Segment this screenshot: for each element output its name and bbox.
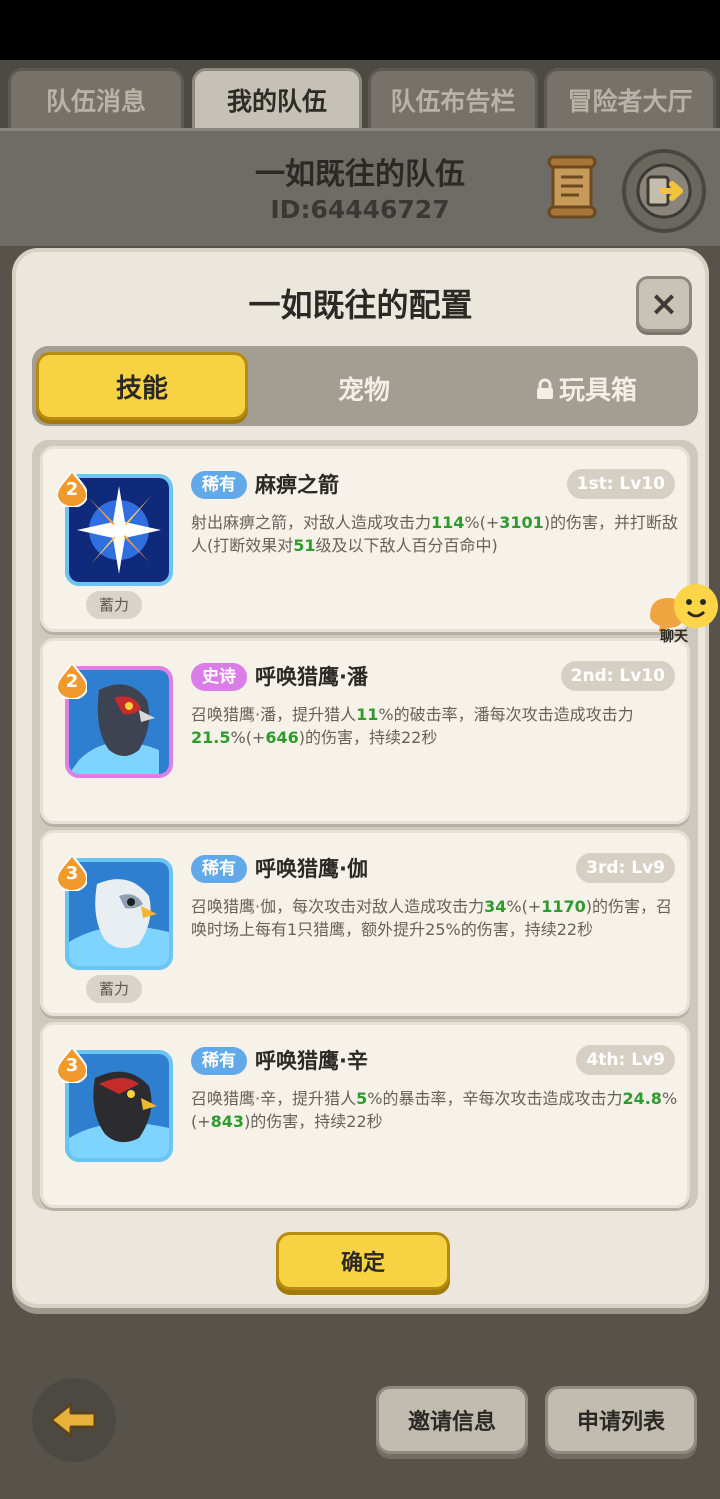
charge-tag: 蓄力 bbox=[86, 975, 142, 1003]
tab-team-bulletin[interactable]: 队伍布告栏 bbox=[368, 68, 538, 134]
slot-level-tag: 4th: Lv9 bbox=[576, 1045, 675, 1075]
tab-team-messages[interactable]: 队伍消息 bbox=[8, 68, 184, 134]
skill-name: 呼唤猎鹰·伽 bbox=[255, 857, 368, 881]
level-badge: 2 bbox=[55, 469, 89, 508]
level-badge: 3 bbox=[55, 853, 89, 892]
skill-name: 呼唤猎鹰·潘 bbox=[255, 665, 368, 689]
skill-card[interactable]: 2 史诗 呼唤猎鹰·潘 2nd: Lv10 召唤猎鹰·潘，提升猎人11%的破击率… bbox=[40, 638, 690, 824]
invite-info-button[interactable]: 邀请信息 bbox=[376, 1386, 528, 1454]
tab-pets[interactable]: 宠物 bbox=[258, 354, 470, 422]
charge-tag: 蓄力 bbox=[86, 591, 142, 619]
team-id: ID:64446727 bbox=[270, 195, 450, 224]
apply-list-button[interactable]: 申请列表 bbox=[545, 1386, 697, 1454]
rarity-badge: 稀有 bbox=[191, 471, 247, 499]
skill-card[interactable]: 3 蓄力 稀有 呼唤猎鹰·伽 3rd: Lv9 召唤猎鹰·伽，每次攻击对敌人造成… bbox=[40, 830, 690, 1016]
rarity-badge: 稀有 bbox=[191, 1047, 247, 1075]
rarity-badge: 史诗 bbox=[191, 663, 247, 691]
lock-icon bbox=[535, 377, 555, 399]
status-bar bbox=[0, 0, 720, 60]
team-header: 一如既往的队伍 ID:64446727 bbox=[0, 128, 720, 246]
confirm-button[interactable]: 确定 bbox=[276, 1232, 450, 1290]
team-name: 一如既往的队伍 bbox=[255, 157, 465, 192]
level-badge: 2 bbox=[55, 661, 89, 700]
rarity-badge: 稀有 bbox=[191, 855, 247, 883]
back-arrow-icon bbox=[49, 1402, 97, 1438]
tab-my-team[interactable]: 我的队伍 bbox=[192, 68, 362, 134]
config-tabs: 技能 宠物 玩具箱 bbox=[32, 346, 698, 426]
skill-list: 2 蓄力 稀有 麻痹之箭 1st: Lv10 射出麻痹之箭，对敌人造成攻击力11… bbox=[32, 440, 698, 1210]
skill-description: 召唤猎鹰·辛，提升猎人5%的暴击率，辛每次攻击造成攻击力24.8%(+843)的… bbox=[191, 1089, 678, 1131]
tab-skills[interactable]: 技能 bbox=[36, 352, 248, 420]
exit-arrow-icon bbox=[636, 163, 692, 219]
scroll-icon[interactable] bbox=[545, 155, 599, 219]
slot-level-tag: 1st: Lv10 bbox=[566, 469, 675, 499]
tab-toybox-label: 玩具箱 bbox=[558, 375, 637, 406]
skill-card[interactable]: 2 蓄力 稀有 麻痹之箭 1st: Lv10 射出麻痹之箭，对敌人造成攻击力11… bbox=[40, 446, 690, 632]
skill-description: 射出麻痹之箭，对敌人造成攻击力114%(+3101)的伤害，并打断敌人(打断效果… bbox=[191, 513, 679, 555]
slot-level-tag: 3rd: Lv9 bbox=[576, 853, 675, 883]
chat-label: 聊天 bbox=[660, 629, 688, 645]
back-button[interactable] bbox=[32, 1378, 116, 1462]
tab-toybox[interactable]: 玩具箱 bbox=[480, 354, 692, 422]
skill-description: 召唤猎鹰·伽，每次攻击对敌人造成攻击力34%(+1170)的伤害，召唤时场上每有… bbox=[191, 897, 672, 939]
slot-level-tag: 2nd: Lv10 bbox=[560, 661, 675, 691]
skill-description: 召唤猎鹰·潘，提升猎人11%的破击率，潘每次攻击造成攻击力21.5%(+646)… bbox=[191, 705, 634, 747]
close-button[interactable]: × bbox=[636, 276, 692, 332]
modal-title: 一如既往的配置 bbox=[248, 286, 473, 324]
skill-card[interactable]: 3 稀有 呼唤猎鹰·辛 4th: Lv9 召唤猎鹰·辛，提升猎人5%的暴击率，辛… bbox=[40, 1022, 690, 1208]
top-tab-bar: 队伍消息 我的队伍 队伍布告栏 冒险者大厅 bbox=[0, 60, 720, 134]
skill-name: 麻痹之箭 bbox=[255, 473, 339, 497]
skill-name: 呼唤猎鹰·辛 bbox=[255, 1049, 368, 1073]
exit-team-button[interactable] bbox=[622, 149, 706, 233]
tab-adventurer-hall[interactable]: 冒险者大厅 bbox=[544, 68, 716, 134]
config-modal: 一如既往的配置 × 技能 宠物 玩具箱 2 蓄力 稀有 麻痹之箭 1st: Lv… bbox=[12, 248, 709, 1308]
level-badge: 3 bbox=[55, 1045, 89, 1084]
